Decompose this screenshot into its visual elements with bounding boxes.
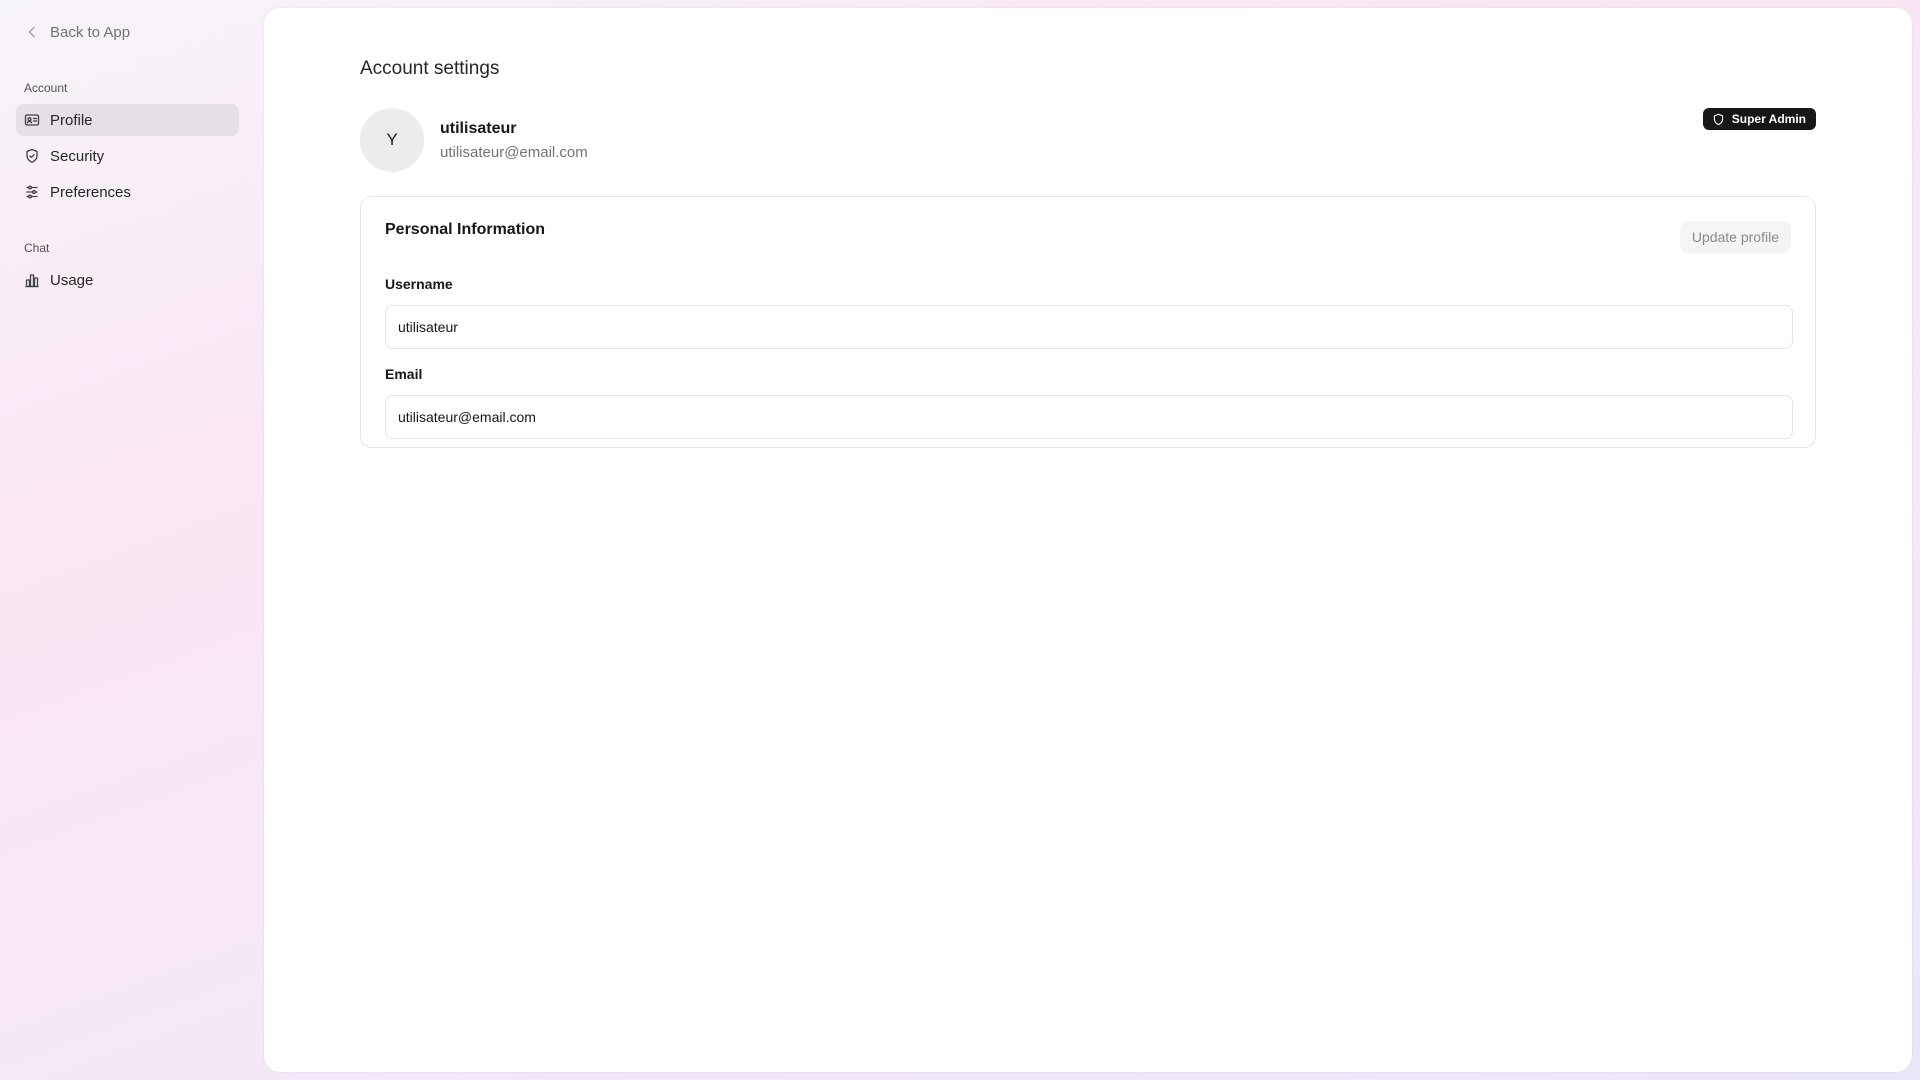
- back-to-app-label: Back to App: [50, 23, 131, 41]
- bar-chart-icon: [25, 274, 39, 288]
- sidebar-item-label: Preferences: [50, 183, 131, 201]
- update-profile-button[interactable]: Update profile: [1679, 221, 1791, 253]
- id-card-icon: [24, 114, 40, 126]
- email-field[interactable]: [385, 395, 1793, 439]
- card-title: Personal Information: [385, 221, 546, 238]
- username-label: Username: [385, 276, 453, 292]
- section-label-chat: Chat: [24, 241, 50, 255]
- sidebar-item-label: Usage: [50, 271, 94, 289]
- main-panel: Account settings Y utilisateur utilisate…: [264, 8, 1912, 1072]
- role-badge: Super Admin: [1702, 108, 1816, 130]
- sidebar-item-security[interactable]: Security: [16, 140, 239, 172]
- shield-icon: [26, 148, 38, 163]
- user-email: utilisateur@email.com: [440, 144, 588, 161]
- chevron-left-icon: [28, 26, 35, 38]
- sidebar-item-profile[interactable]: Profile: [16, 104, 239, 136]
- sidebar-item-usage[interactable]: Usage: [16, 264, 239, 296]
- sidebar: Back to App Account Profile Security Pre…: [0, 0, 256, 1080]
- shield-icon: [1713, 113, 1723, 125]
- role-badge-label: Super Admin: [1731, 112, 1806, 126]
- personal-information-card: Personal Information Update profile User…: [360, 196, 1816, 448]
- section-label-account: Account: [24, 81, 68, 95]
- sidebar-item-preferences[interactable]: Preferences: [16, 176, 239, 208]
- user-name: utilisateur: [440, 120, 517, 137]
- sliders-icon: [26, 185, 38, 199]
- username-field[interactable]: [385, 305, 1793, 349]
- back-to-app-link[interactable]: Back to App: [24, 20, 130, 44]
- page-title: Account settings: [360, 58, 500, 79]
- email-label: Email: [385, 366, 423, 382]
- avatar: Y: [360, 108, 424, 172]
- sidebar-item-label: Profile: [50, 111, 93, 129]
- sidebar-item-label: Security: [50, 147, 105, 165]
